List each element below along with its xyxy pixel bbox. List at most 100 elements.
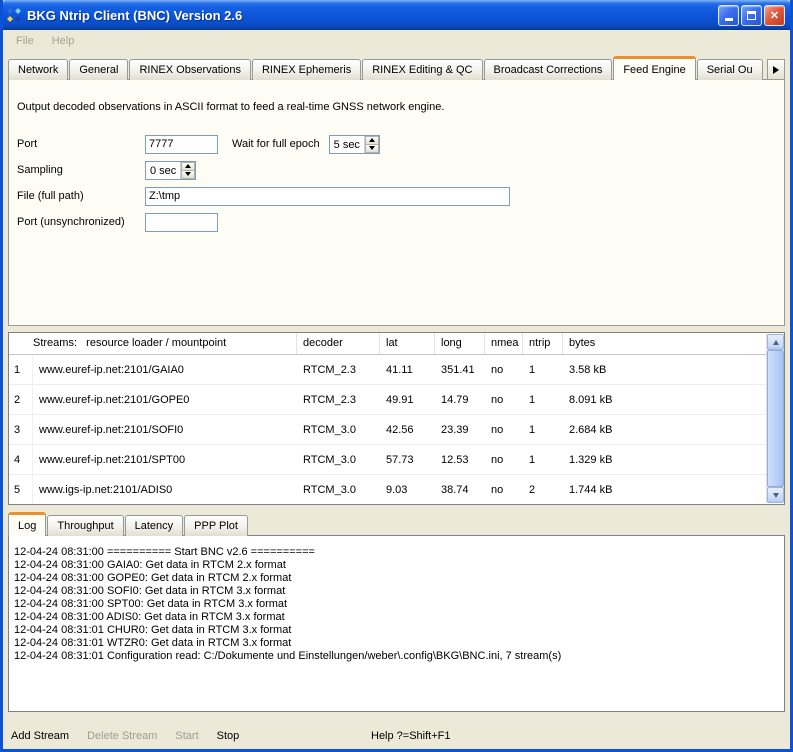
tab[interactable]: RINEX Ephemeris <box>252 59 361 80</box>
log-line: 12-04-24 08:31:00 ADIS0: Get data in RTC… <box>14 611 780 624</box>
cell-bytes: 1.329 kB <box>563 445 767 474</box>
streams-scrollbar[interactable] <box>766 334 783 503</box>
cell-mountpoint: www.euref-ip.net:2101/SOFI0 <box>33 415 297 444</box>
wait-epoch-value: 5 sec <box>330 136 364 153</box>
action-button[interactable]: Add Stream <box>9 728 71 744</box>
tab-scroll-right-button[interactable] <box>767 59 785 80</box>
sampling-spin-buttons <box>180 162 195 179</box>
log-line: 12-04-24 08:31:01 WTZR0: Get data in RTC… <box>14 637 780 650</box>
file-path-input[interactable] <box>145 187 510 206</box>
tab[interactable]: Serial Ou <box>697 59 763 80</box>
cell-bytes: 8.091 kB <box>563 385 767 414</box>
column-header-lat[interactable]: lat <box>380 333 435 354</box>
row-number: 5 <box>9 475 33 504</box>
spin-down-button[interactable] <box>365 144 379 153</box>
cell-decoder: RTCM_2.3 <box>297 355 380 384</box>
port-unsync-input[interactable] <box>145 213 218 232</box>
help-button[interactable]: Help ?=Shift+F1 <box>371 730 451 742</box>
column-header-nmea[interactable]: nmea <box>485 333 523 354</box>
stream-row[interactable]: 5 www.igs-ip.net:2101/ADIS0 RTCM_3.0 9.0… <box>9 475 767 505</box>
titlebar[interactable]: BKG Ntrip Client (BNC) Version 2.6 ✕ <box>0 0 793 30</box>
tab[interactable]: RINEX Observations <box>129 59 250 80</box>
log-line: 12-04-24 08:31:01 Configuration read: C:… <box>14 650 780 663</box>
cell-lat: 49.91 <box>380 385 435 414</box>
spin-down-button[interactable] <box>181 170 195 179</box>
cell-bytes: 2.684 kB <box>563 415 767 444</box>
column-header-mountpoint[interactable]: Streams: resource loader / mountpoint <box>33 333 297 354</box>
arrow-up-icon <box>369 138 375 142</box>
cell-decoder: RTCM_3.0 <box>297 475 380 504</box>
minimize-button[interactable] <box>718 5 739 26</box>
feed-engine-pane: Output decoded observations in ASCII for… <box>8 79 785 326</box>
tab[interactable]: General <box>69 59 128 80</box>
tab[interactable]: Feed Engine <box>613 56 695 80</box>
tab[interactable]: Throughput <box>47 515 123 536</box>
stream-row[interactable]: 3 www.euref-ip.net:2101/SOFI0 RTCM_3.0 4… <box>9 415 767 445</box>
scroll-down-button[interactable] <box>767 487 784 503</box>
arrow-down-icon <box>369 146 375 150</box>
cell-nmea: no <box>485 385 523 414</box>
streams-table-body: 1 www.euref-ip.net:2101/GAIA0 RTCM_2.3 4… <box>9 355 784 505</box>
column-header-long[interactable]: long <box>435 333 485 354</box>
column-header-decoder[interactable]: decoder <box>297 333 380 354</box>
feed-engine-description: Output decoded observations in ASCII for… <box>17 101 444 113</box>
cell-nmea: no <box>485 355 523 384</box>
action-button[interactable]: Delete Stream <box>85 728 159 744</box>
stream-row[interactable]: 4 www.euref-ip.net:2101/SPT00 RTCM_3.0 5… <box>9 445 767 475</box>
tab[interactable]: PPP Plot <box>184 515 248 536</box>
cell-long: 14.79 <box>435 385 485 414</box>
streams-table: Streams: resource loader / mountpoint de… <box>8 332 785 505</box>
spin-up-button[interactable] <box>181 162 195 170</box>
cell-mountpoint: www.euref-ip.net:2101/GAIA0 <box>33 355 297 384</box>
close-button[interactable]: ✕ <box>764 5 785 26</box>
cell-mountpoint: www.euref-ip.net:2101/GOPE0 <box>33 385 297 414</box>
tab[interactable]: Network <box>8 59 68 80</box>
port-input[interactable] <box>145 135 218 154</box>
maximize-button[interactable] <box>741 5 762 26</box>
streams-table-header: Streams: resource loader / mountpoint de… <box>9 333 767 355</box>
cell-ntrip: 1 <box>523 415 563 444</box>
arrow-up-icon <box>773 340 779 345</box>
wait-epoch-spinbox[interactable]: 5 sec <box>329 135 380 154</box>
cell-long: 351.41 <box>435 355 485 384</box>
log-line: 12-04-24 08:31:00 GOPE0: Get data in RTC… <box>14 572 780 585</box>
scrollbar-thumb[interactable] <box>767 350 784 487</box>
log-line: 12-04-24 08:31:01 CHUR0: Get data in RTC… <box>14 624 780 637</box>
stream-row[interactable]: 1 www.euref-ip.net:2101/GAIA0 RTCM_2.3 4… <box>9 355 767 385</box>
wait-epoch-label: Wait for full epoch <box>232 138 320 150</box>
row-number: 1 <box>9 355 33 384</box>
sampling-spinbox[interactable]: 0 sec <box>145 161 196 180</box>
cell-nmea: no <box>485 475 523 504</box>
column-header-bytes[interactable]: bytes <box>563 333 767 354</box>
spin-up-button[interactable] <box>365 136 379 144</box>
cell-long: 23.39 <box>435 415 485 444</box>
main-tabbar: NetworkGeneralRINEX ObservationsRINEX Ep… <box>8 55 785 80</box>
tab[interactable]: RINEX Editing & QC <box>362 59 482 80</box>
window-controls: ✕ <box>718 5 785 26</box>
tab[interactable]: Log <box>8 512 46 536</box>
action-button[interactable]: Start <box>173 728 200 744</box>
log-line: 12-04-24 08:31:00 SOFI0: Get data in RTC… <box>14 585 780 598</box>
cell-decoder: RTCM_2.3 <box>297 385 380 414</box>
file-path-label: File (full path) <box>17 190 145 202</box>
close-icon: ✕ <box>770 9 779 22</box>
port-unsync-label: Port (unsynchronized) <box>17 216 145 228</box>
menu-item-help[interactable]: Help <box>43 33 84 49</box>
stream-row[interactable]: 2 www.euref-ip.net:2101/GOPE0 RTCM_2.3 4… <box>9 385 767 415</box>
menu-item-file[interactable]: File <box>7 33 43 49</box>
cell-nmea: no <box>485 415 523 444</box>
table-corner-cell <box>9 333 33 354</box>
log-pane[interactable]: 12-04-24 08:31:00 ========== Start BNC v… <box>8 535 785 712</box>
cell-lat: 41.11 <box>380 355 435 384</box>
tab[interactable]: Broadcast Corrections <box>484 59 613 80</box>
cell-lat: 9.03 <box>380 475 435 504</box>
tab[interactable]: Latency <box>125 515 184 536</box>
app-icon <box>6 7 22 23</box>
action-button[interactable]: Stop <box>215 728 242 744</box>
arrow-down-icon <box>773 493 779 498</box>
log-line: 12-04-24 08:31:00 GAIA0: Get data in RTC… <box>14 559 780 572</box>
cell-bytes: 1.744 kB <box>563 475 767 504</box>
scroll-up-button[interactable] <box>767 334 784 350</box>
cell-mountpoint: www.igs-ip.net:2101/ADIS0 <box>33 475 297 504</box>
column-header-ntrip[interactable]: ntrip <box>523 333 563 354</box>
